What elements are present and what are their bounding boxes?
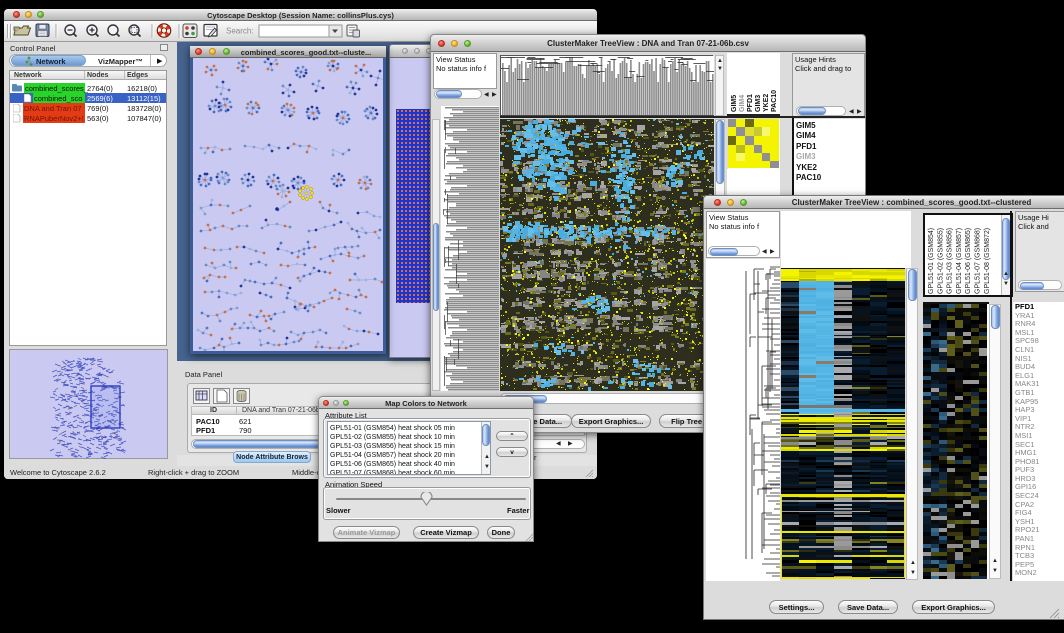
svg-text:PFD1: PFD1 <box>747 94 754 112</box>
svg-text:GIM5: GIM5 <box>731 95 738 112</box>
svg-text:PAC10: PAC10 <box>771 90 778 112</box>
svg-text:YKE2: YKE2 <box>763 94 770 112</box>
svg-text:GIM4: GIM4 <box>739 95 746 112</box>
svg-text:GIM3: GIM3 <box>755 95 762 112</box>
svg-text:Search:: Search: <box>226 27 254 36</box>
